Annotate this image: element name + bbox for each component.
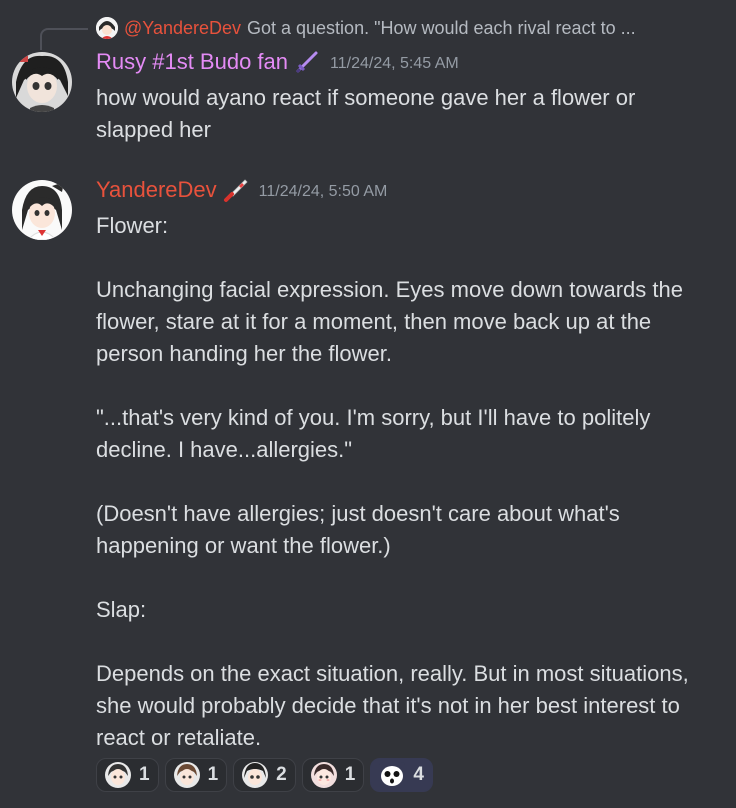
purple-sword-icon — [294, 49, 320, 75]
user-avatar-yanderedev[interactable] — [12, 180, 72, 240]
message-paragraph: Unchanging facial expression. Eyes move … — [96, 277, 683, 366]
message-header-rusy: Rusy #1st Budo fan 11/24/24, 5:45 AM — [96, 49, 459, 75]
message-paragraph-spacer — [96, 562, 696, 594]
reaction-count: 1 — [207, 764, 219, 785]
message-paragraph-spacer — [96, 370, 696, 402]
red-knife-icon — [223, 177, 249, 203]
reply-connector-line — [40, 28, 88, 50]
username-yanderedev[interactable]: YandereDev — [96, 177, 217, 203]
shocked-face-emoji-icon — [379, 762, 406, 788]
reaction-count: 1 — [139, 764, 150, 785]
reaction-count: 1 — [344, 764, 356, 785]
reaction-count: 2 — [276, 764, 287, 785]
anime-girl-face-emoji-icon — [105, 762, 131, 788]
reaction-bar: 1 1 2 1 4 — [96, 758, 433, 792]
message-line: slapped her — [96, 117, 211, 142]
anime-dark-hair-emoji-icon — [242, 762, 269, 788]
message-paragraph-spacer — [96, 626, 696, 658]
message-paragraph-spacer — [96, 466, 696, 498]
message-content-rusy: how would ayano react if someone gave he… — [96, 82, 696, 146]
message-content-yanderedev: Flower: Unchanging facial expression. Ey… — [96, 210, 696, 754]
message-header-yanderedev: YandereDev 11/24/24, 5:50 AM — [96, 177, 387, 203]
reply-author-name[interactable]: @YandereDev — [124, 18, 241, 39]
anime-pink-face-emoji-icon — [310, 762, 337, 788]
reaction-button[interactable]: 1 — [301, 758, 365, 792]
reaction-button[interactable]: 2 — [233, 758, 296, 792]
reply-snippet[interactable]: Got a question. "How would each rival re… — [247, 18, 636, 39]
user-avatar-rusy[interactable] — [12, 52, 72, 112]
anime-brown-hair-emoji-icon — [173, 762, 200, 788]
message-timestamp[interactable]: 11/24/24, 5:50 AM — [259, 183, 388, 201]
message-paragraph-spacer — [96, 242, 696, 274]
message-paragraph: Flower: — [96, 213, 169, 238]
message-paragraph: Slap: — [96, 597, 147, 622]
reaction-button-active[interactable]: 4 — [370, 758, 433, 792]
reaction-button[interactable]: 1 — [164, 758, 228, 792]
chat-page: @YandereDev Got a question. "How would e… — [0, 0, 736, 808]
message-paragraph: (Doesn't have allergies; just doesn't ca… — [96, 501, 620, 558]
reaction-button[interactable]: 1 — [96, 758, 159, 792]
message-line: how would ayano react if someone gave he… — [96, 85, 636, 110]
username-rusy[interactable]: Rusy #1st Budo fan — [96, 49, 288, 75]
reaction-count: 4 — [413, 764, 424, 785]
reply-author-avatar — [96, 17, 118, 39]
message-timestamp[interactable]: 11/24/24, 5:45 AM — [330, 55, 459, 73]
reply-preview[interactable]: @YandereDev Got a question. "How would e… — [96, 14, 636, 42]
message-paragraph: "...that's very kind of you. I'm sorry, … — [96, 405, 651, 462]
message-paragraph: Depends on the exact situation, really. … — [96, 661, 689, 750]
